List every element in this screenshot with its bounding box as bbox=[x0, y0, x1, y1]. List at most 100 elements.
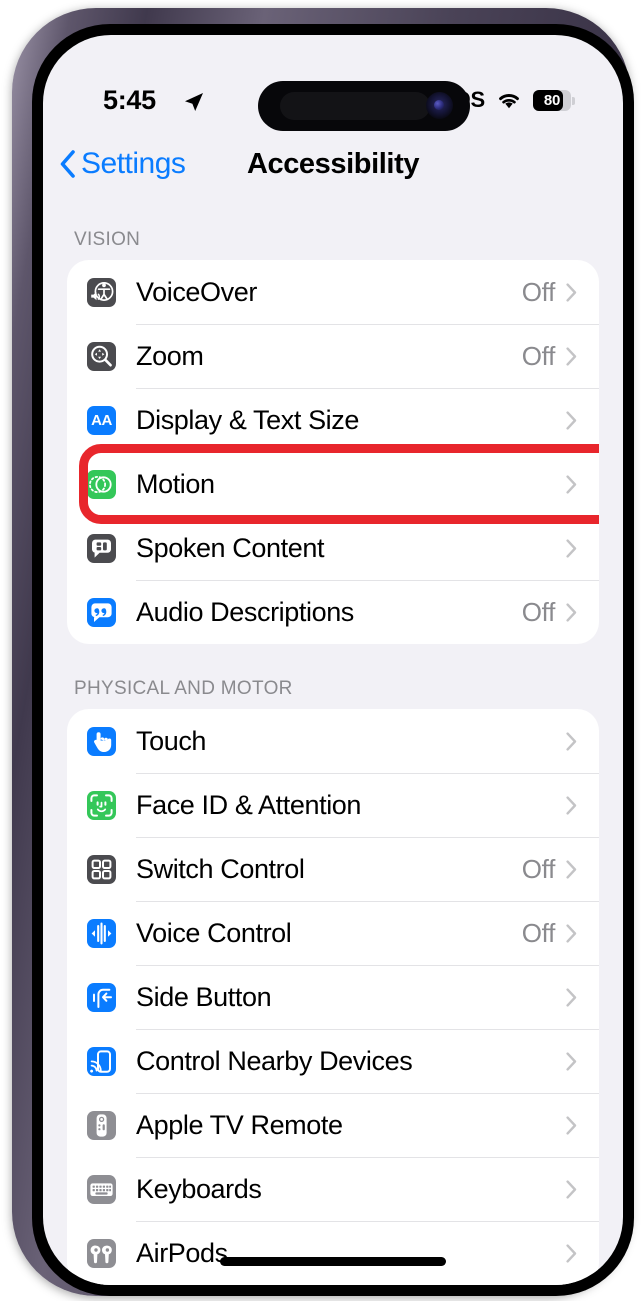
dynamic-island bbox=[258, 81, 470, 131]
settings-row-apple-tv-remote[interactable]: Apple TV Remote bbox=[67, 1093, 599, 1157]
chevron-right-icon bbox=[566, 538, 577, 558]
settings-row-accessory bbox=[566, 1243, 577, 1263]
settings-row-voice-control[interactable]: Voice Control Off bbox=[67, 901, 599, 965]
row-separator bbox=[136, 1029, 599, 1030]
settings-row-label: Apple TV Remote bbox=[136, 1109, 343, 1140]
display-text-size-icon: AA bbox=[87, 405, 116, 435]
chevron-right-icon bbox=[566, 602, 577, 622]
settings-row-spoken-content[interactable]: Spoken Content bbox=[67, 516, 599, 580]
settings-row-face-id-attention[interactable]: Face ID & Attention bbox=[67, 773, 599, 837]
settings-row-accessory: Off bbox=[522, 918, 577, 949]
settings-row-label: Touch bbox=[136, 725, 207, 756]
row-separator bbox=[136, 452, 599, 453]
switch-control-icon bbox=[87, 854, 116, 884]
settings-list[interactable]: VISION VoiceOver Off Zoom Off AA Display & Tex… bbox=[43, 195, 623, 1285]
settings-row-label: VoiceOver bbox=[136, 276, 257, 307]
settings-row-voiceover[interactable]: VoiceOver Off bbox=[67, 260, 599, 324]
row-separator bbox=[136, 773, 599, 774]
voice-control-icon bbox=[87, 918, 116, 948]
battery-indicator: 80 bbox=[533, 89, 575, 111]
settings-row-value: Off bbox=[521, 340, 556, 371]
settings-row-label: Face ID & Attention bbox=[136, 789, 362, 820]
airpods-icon bbox=[87, 1238, 116, 1268]
settings-row-accessory bbox=[566, 795, 577, 815]
location-arrow-icon bbox=[185, 93, 203, 111]
side-button-icon bbox=[87, 982, 116, 1012]
touch-icon bbox=[87, 726, 116, 756]
keyboards-icon bbox=[87, 1174, 116, 1204]
row-separator bbox=[136, 1157, 599, 1158]
settings-row-accessory bbox=[566, 1115, 577, 1135]
settings-row-accessory: Off bbox=[522, 277, 577, 308]
settings-row-audio-descriptions[interactable]: Audio Descriptions Off bbox=[67, 580, 599, 644]
zoom-icon bbox=[87, 341, 116, 371]
settings-row-label: AirPods bbox=[136, 1237, 228, 1268]
settings-row-display-text-size[interactable]: AA Display & Text Size bbox=[67, 388, 599, 452]
chevron-right-icon bbox=[566, 1051, 577, 1071]
front-camera-icon bbox=[426, 92, 453, 119]
row-separator bbox=[136, 388, 599, 389]
chevron-right-icon bbox=[566, 410, 577, 430]
settings-row-label: Spoken Content bbox=[136, 532, 325, 563]
motion-icon bbox=[87, 469, 116, 499]
settings-row-label: Audio Descriptions bbox=[136, 596, 354, 627]
home-indicator[interactable] bbox=[220, 1257, 446, 1266]
settings-row-accessory bbox=[566, 538, 577, 558]
phone-frame: 5:45 SOS 80 bbox=[12, 8, 634, 1296]
chevron-right-icon bbox=[566, 1243, 577, 1263]
row-separator bbox=[136, 580, 599, 581]
settings-row-label: Motion bbox=[136, 468, 215, 499]
settings-row-label: Side Button bbox=[136, 981, 272, 1012]
nearby-devices-icon bbox=[87, 1046, 116, 1076]
settings-row-touch[interactable]: Touch bbox=[67, 709, 599, 773]
settings-group: Touch Face ID & Attention Switch Control Of… bbox=[67, 709, 599, 1285]
settings-group: VoiceOver Off Zoom Off AA Display & Text Size… bbox=[67, 260, 599, 644]
section-header: VISION bbox=[74, 229, 141, 250]
apple-tv-remote-icon bbox=[87, 1110, 116, 1140]
settings-row-control-nearby-devices[interactable]: Control Nearby Devices bbox=[67, 1029, 599, 1093]
navigation-bar: Settings Accessibility bbox=[43, 139, 623, 195]
page-title: Accessibility bbox=[246, 148, 420, 180]
status-bar-time: 5:45 bbox=[103, 85, 156, 115]
audio-descriptions-icon bbox=[87, 597, 116, 627]
row-separator bbox=[136, 1221, 599, 1222]
chevron-right-icon bbox=[566, 474, 577, 494]
settings-row-accessory: Off bbox=[522, 854, 577, 885]
settings-row-accessory bbox=[566, 474, 577, 494]
row-separator bbox=[136, 324, 599, 325]
settings-row-accessory bbox=[566, 731, 577, 751]
settings-row-zoom[interactable]: Zoom Off bbox=[67, 324, 599, 388]
row-separator bbox=[136, 837, 599, 838]
settings-row-accessory: Off bbox=[522, 341, 577, 372]
settings-row-value: Off bbox=[521, 276, 556, 307]
section-header: PHYSICAL AND MOTOR bbox=[74, 678, 293, 699]
settings-row-label: Zoom bbox=[136, 340, 204, 371]
settings-row-accessory bbox=[566, 1051, 577, 1071]
chevron-right-icon bbox=[566, 731, 577, 751]
settings-row-value: Off bbox=[521, 917, 556, 948]
screenshot-root: 5:45 SOS 80 bbox=[0, 0, 642, 1301]
wifi-icon bbox=[499, 94, 519, 109]
face-id-icon bbox=[87, 790, 116, 820]
settings-row-value: Off bbox=[521, 853, 556, 884]
settings-row-switch-control[interactable]: Switch Control Off bbox=[67, 837, 599, 901]
chevron-right-icon bbox=[566, 987, 577, 1007]
settings-row-accessory: Off bbox=[522, 597, 577, 628]
settings-row-label: Switch Control bbox=[136, 853, 305, 884]
settings-row-accessory bbox=[566, 1179, 577, 1199]
settings-row-label: Control Nearby Devices bbox=[136, 1045, 413, 1076]
chevron-right-icon bbox=[566, 1115, 577, 1135]
settings-row-keyboards[interactable]: Keyboards bbox=[67, 1157, 599, 1221]
row-separator bbox=[136, 516, 599, 517]
voiceover-icon bbox=[87, 277, 116, 307]
battery-percent-label: 80 bbox=[543, 91, 561, 109]
settings-row-motion[interactable]: Motion bbox=[67, 444, 599, 524]
settings-row-label: Voice Control bbox=[136, 917, 292, 948]
settings-row-accessory bbox=[566, 987, 577, 1007]
settings-row-side-button[interactable]: Side Button bbox=[67, 965, 599, 1029]
settings-row-accessory bbox=[566, 410, 577, 430]
settings-row-airpods[interactable]: AirPods bbox=[67, 1221, 599, 1285]
chevron-right-icon bbox=[566, 1179, 577, 1199]
chevron-right-icon bbox=[566, 795, 577, 815]
settings-row-value: Off bbox=[521, 596, 556, 627]
